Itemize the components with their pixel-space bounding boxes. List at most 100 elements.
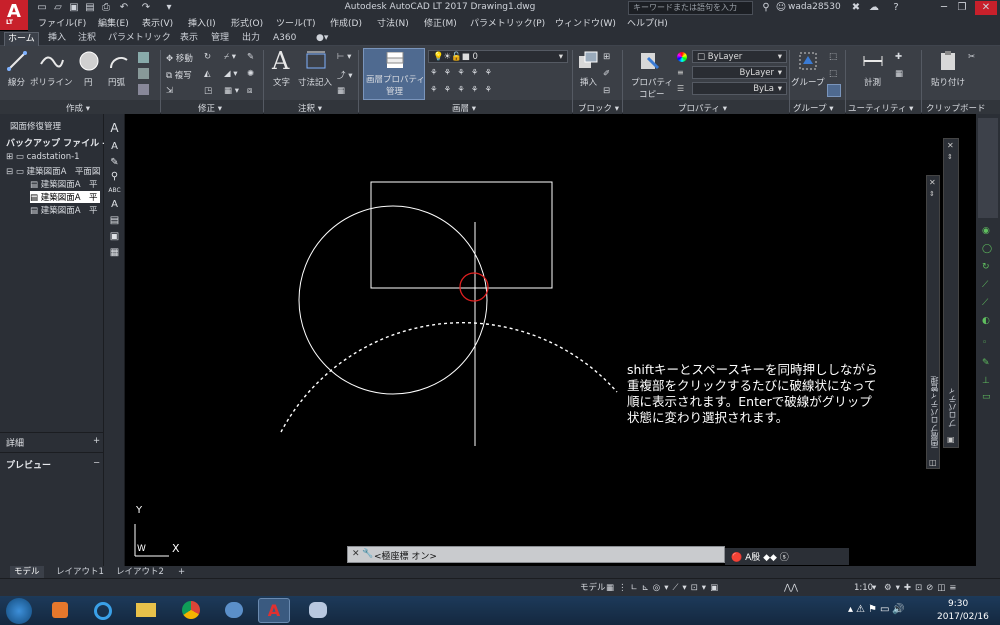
tab-manage[interactable]: 管理 — [211, 32, 229, 45]
tray-icons[interactable]: 🔴 A殷 ◆◆ ⓢ — [731, 550, 789, 563]
color-dropdown[interactable]: □ ByLayer ▾ — [692, 50, 787, 63]
text-justify-icon[interactable]: ▤ — [108, 214, 121, 227]
print-icon[interactable]: ⎙ — [100, 2, 112, 14]
match-properties-line2[interactable]: コピー — [639, 88, 665, 100]
clipboard-panel-label[interactable]: クリップボード — [926, 102, 986, 114]
fillet-icon[interactable]: ◢ ▾ — [224, 69, 238, 79]
tab-a360[interactable]: A360 — [273, 32, 296, 45]
tab-insert[interactable]: 挿入 — [48, 32, 66, 45]
nav-icon-8[interactable]: ✎ — [982, 358, 990, 368]
dimension-icon[interactable] — [304, 50, 328, 72]
save-as-icon[interactable]: ▤ — [84, 2, 96, 14]
menu-file[interactable]: ファイル(F) — [38, 17, 86, 31]
layer-tools-row1[interactable]: ⚘⚘⚘⚘⚘ — [430, 68, 498, 78]
close-icon[interactable]: ✕ — [975, 1, 997, 15]
tab-parametric[interactable]: パラメトリック — [108, 32, 171, 45]
layer-properties-button[interactable]: 画層プロパティ 管理 — [363, 48, 425, 100]
nav-icon-2[interactable]: ◯ — [982, 244, 992, 254]
tab-annotate[interactable]: 注釈 — [78, 32, 96, 45]
qat-dropdown-icon[interactable]: ▾ — [163, 2, 175, 14]
exchange-icon[interactable]: ✖ — [850, 2, 862, 14]
line-icon[interactable] — [6, 50, 28, 72]
nav-icon-5[interactable]: ⟋ — [982, 298, 988, 308]
create-block-icon[interactable]: ⊞ — [603, 52, 610, 62]
open-icon[interactable]: ▱ — [52, 2, 64, 14]
preview-section[interactable]: プレビュー — [6, 458, 51, 471]
explorer-icon[interactable] — [130, 598, 162, 623]
properties-panel-label[interactable]: プロパティ ▾ — [678, 102, 727, 114]
arc-icon[interactable] — [108, 50, 130, 72]
dimension-label[interactable]: 寸法記入 — [298, 76, 332, 88]
menu-help[interactable]: ヘルプ(H) — [627, 17, 668, 31]
nav-icon-1[interactable]: ◉ — [982, 226, 990, 236]
copy-button[interactable]: ⧉ 複写 — [166, 69, 192, 81]
drawing-canvas[interactable]: Y W X — [125, 114, 976, 566]
arc-label[interactable]: 円弧 — [108, 76, 125, 88]
media-player-icon[interactable] — [44, 598, 76, 623]
help-icon[interactable]: ? — [890, 2, 902, 14]
command-line[interactable]: ✕ 🔧 <極座標 オン> — [347, 546, 725, 563]
status-tools[interactable]: ⚙▾✚⊡⊘◫≡ — [884, 582, 960, 594]
mail-icon[interactable] — [218, 598, 250, 623]
text-label[interactable]: 文字 — [273, 76, 290, 88]
tree-folder-item[interactable]: ⊟ ▭ 建築図面A 平面図 — [6, 165, 100, 177]
text-scale-icon[interactable]: A — [108, 198, 121, 211]
stretch-icon[interactable]: ⇲ — [166, 86, 173, 96]
nav-icon-7[interactable]: ◦ — [982, 338, 987, 348]
offset-icon[interactable]: ⧈ — [247, 86, 252, 96]
array-icon[interactable]: ▦ ▾ — [224, 86, 239, 96]
polyline-label[interactable]: ポリライン — [30, 76, 73, 88]
menu-insert[interactable]: 挿入(I) — [188, 17, 216, 31]
drafting-toggles[interactable]: ▦⋮∟⊾◎▾⟋▾⊡▾▣ — [606, 582, 722, 594]
modify-panel-label[interactable]: 修正 ▾ — [198, 102, 222, 114]
rectangle-icon[interactable] — [138, 52, 149, 63]
tab-output[interactable]: 出力 — [242, 32, 260, 45]
block-panel-label[interactable]: ブロック ▾ — [578, 102, 619, 114]
chrome-icon[interactable] — [175, 598, 207, 623]
utilities-panel-label[interactable]: ユーティリティ ▾ — [848, 102, 913, 114]
attribute-icon[interactable]: ⊟ — [603, 86, 610, 96]
circle-icon[interactable] — [78, 50, 100, 72]
close-icon[interactable]: ✕ — [929, 178, 936, 187]
text-edit-icon[interactable]: A — [108, 140, 121, 153]
save-icon[interactable]: ▣ — [68, 2, 80, 14]
autohide-icon[interactable]: ⇕ — [947, 153, 953, 161]
chevron-down-icon[interactable]: ▾ — [872, 582, 876, 594]
rotate-icon[interactable]: ↻ — [204, 52, 211, 62]
annotation-panel-label[interactable]: 注釈 ▾ — [298, 102, 322, 114]
user-name[interactable]: wada28530 — [788, 2, 841, 12]
edit-block-icon[interactable]: ✐ — [603, 69, 610, 79]
user-icon[interactable]: ☺ — [775, 2, 787, 14]
move-button[interactable]: ✥ 移動 — [166, 52, 193, 64]
annotation-scale[interactable]: 1:10 — [854, 582, 873, 594]
layer-tools-row2[interactable]: ⚘⚘⚘⚘⚘ — [430, 85, 498, 95]
collapse-icon[interactable]: − — [93, 458, 100, 468]
abc-icon[interactable]: ABC — [108, 184, 121, 197]
nav-icon-4[interactable]: ⟋ — [982, 280, 988, 290]
close-icon[interactable]: ✕ — [947, 141, 954, 150]
undo-icon[interactable]: ↶ — [118, 2, 130, 14]
nav-icon-10[interactable]: ▭ — [982, 392, 991, 402]
insert-block-icon[interactable] — [577, 50, 599, 72]
system-tray-icons[interactable]: ▴⚠⚑▭🔊 — [848, 604, 908, 615]
explode-icon[interactable]: ✺ — [247, 69, 254, 79]
table-icon[interactable]: ▦ — [337, 86, 345, 96]
menu-dimension[interactable]: 寸法(N) — [377, 17, 409, 31]
binoculars-icon[interactable]: ⚲ — [760, 2, 772, 14]
add-layout-icon[interactable]: + — [174, 566, 189, 578]
viewcube-area[interactable] — [978, 118, 998, 218]
tree-file-item[interactable]: ▤ 建築図面A 平 — [30, 178, 98, 190]
wrench-icon[interactable]: 🔧 — [362, 549, 373, 559]
tree-file-item-selected[interactable]: ▤ 建築図面A 平 — [30, 191, 100, 203]
menu-parametric[interactable]: パラメトリック(P) — [470, 17, 545, 31]
redo-icon[interactable]: ↷ — [140, 2, 152, 14]
tab-home[interactable]: ホーム — [4, 32, 39, 46]
nav-icon-9[interactable]: ⊥ — [982, 376, 990, 386]
search-input[interactable]: キーワードまたは語句を入力 — [628, 1, 753, 15]
ungroup-icon[interactable]: ⬚ — [829, 52, 837, 62]
pencil-icon[interactable]: ✎ — [108, 156, 121, 169]
line-label[interactable]: 線分 — [8, 76, 25, 88]
minimize-icon[interactable]: ─ — [938, 1, 950, 15]
internet-explorer-icon[interactable] — [87, 598, 119, 623]
cut-icon[interactable]: ✂ — [968, 52, 975, 62]
